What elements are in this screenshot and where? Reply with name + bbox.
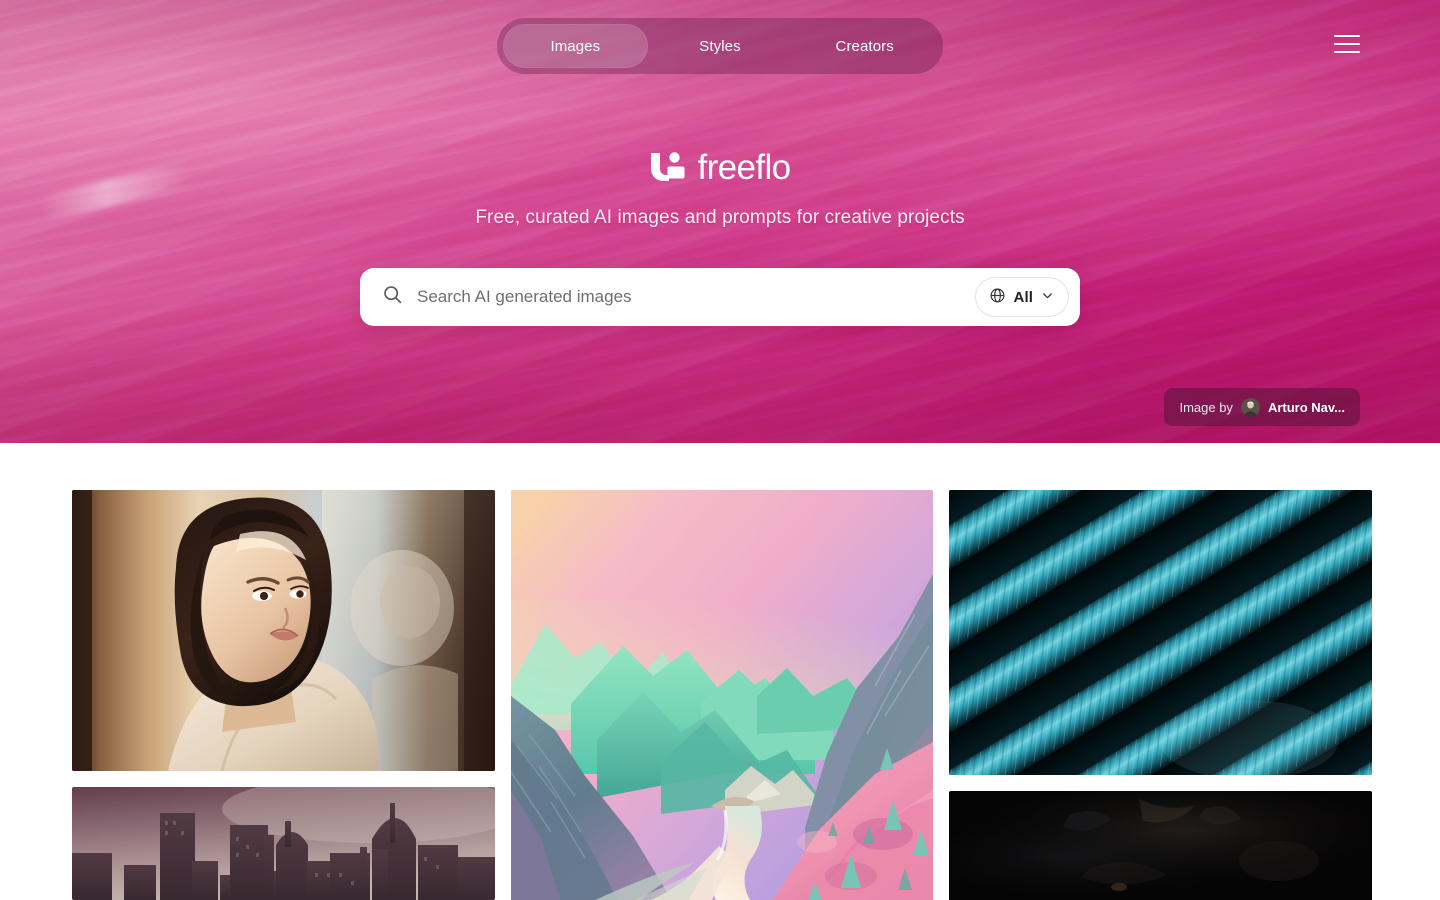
globe-icon — [989, 287, 1006, 308]
search-icon — [382, 284, 403, 310]
search-bar: All — [360, 268, 1080, 326]
search-scope-label: All — [1013, 288, 1033, 306]
hero-tagline: Free, curated AI images and prompts for … — [475, 207, 965, 228]
tab-creators[interactable]: Creators — [792, 24, 937, 68]
nav-tab-group: Images Styles Creators — [497, 18, 943, 74]
tab-images[interactable]: Images — [503, 24, 648, 68]
image-attribution-badge[interactable]: Image by Arturo Nav... — [1164, 388, 1360, 426]
tab-styles[interactable]: Styles — [648, 24, 793, 68]
gallery-tile-portrait-woman-window[interactable] — [72, 490, 495, 771]
attribution-prefix: Image by — [1179, 399, 1233, 415]
brand-logo: freeflo — [649, 148, 791, 190]
chevron-down-icon — [1041, 289, 1054, 306]
gallery-tile-teal-rope-texture[interactable] — [949, 490, 1372, 775]
search-input[interactable] — [417, 268, 975, 326]
hamburger-menu-icon[interactable] — [1334, 32, 1362, 56]
creator-avatar — [1240, 397, 1260, 417]
hamburger-line — [1334, 51, 1360, 53]
attribution-creator-name: Arturo Nav... — [1267, 399, 1345, 415]
gallery-column-1 — [72, 490, 495, 900]
gallery-column-2 — [511, 490, 933, 900]
brand-name: freeflo — [697, 148, 791, 187]
hamburger-line — [1334, 35, 1360, 37]
gallery-tile-city-skyline-dusk[interactable] — [72, 787, 495, 900]
gallery-column-3 — [949, 490, 1372, 900]
hero-banner: Images Styles Creators freeflo Free, cur… — [0, 0, 1440, 443]
image-gallery — [0, 443, 1440, 900]
hamburger-line — [1334, 43, 1360, 45]
gallery-tile-dark-ambient-scene[interactable] — [949, 791, 1372, 900]
top-navigation: Images Styles Creators — [0, 0, 1440, 92]
freeflo-logo-mark — [649, 151, 687, 188]
search-scope-dropdown[interactable]: All — [974, 277, 1069, 317]
gallery-tile-pastel-mountain-valley[interactable] — [511, 490, 933, 900]
